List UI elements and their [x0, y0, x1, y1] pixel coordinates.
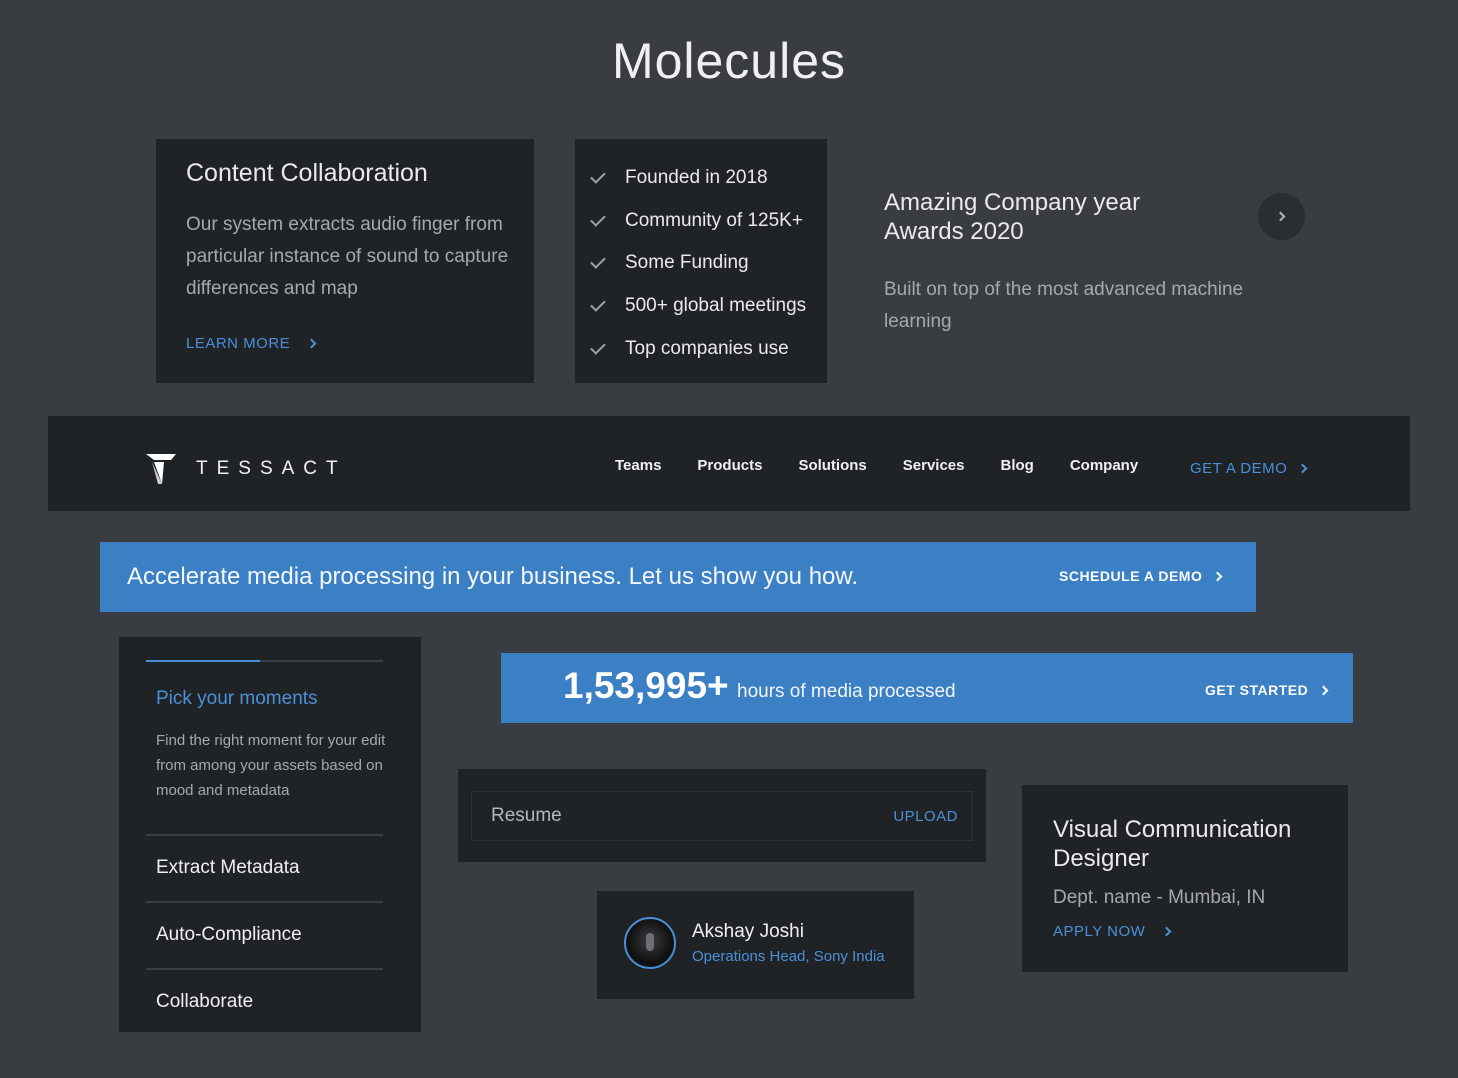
stats-number: 1,53,995+ [563, 665, 729, 706]
card-title: Content Collaboration [186, 159, 428, 187]
tessact-logo-icon [146, 454, 176, 484]
accordion-item-extract-metadata[interactable]: Extract Metadata [156, 857, 300, 879]
profile-role: Operations Head, Sony India [692, 948, 885, 965]
checklist-item: 500+ global meetings [575, 285, 827, 328]
checklist-text: Founded in 2018 [625, 167, 768, 189]
chevron-right-icon [1297, 463, 1308, 474]
progress-bar-fill [146, 660, 260, 662]
nav-item-products[interactable]: Products [697, 457, 762, 474]
checklist-card: Founded in 2018 Community of 125K+ Some … [575, 139, 827, 383]
avatar [624, 917, 676, 969]
nav-item-solutions[interactable]: Solutions [798, 457, 866, 474]
chevron-right-icon [1161, 926, 1172, 937]
checklist-item: Top companies use [575, 327, 827, 370]
nav-item-company[interactable]: Company [1070, 457, 1138, 474]
apply-now-link[interactable]: APPLY NOW [1053, 923, 1172, 940]
chevron-right-icon [1275, 211, 1285, 222]
nav-menu: Teams Products Solutions Services Blog C… [615, 457, 1174, 474]
profile-card: Akshay Joshi Operations Head, Sony India [597, 891, 914, 999]
navbar: TESSACT Teams Products Solutions Service… [48, 416, 1410, 511]
content-collaboration-card: Content Collaboration Our system extract… [156, 139, 534, 383]
divider [146, 968, 383, 970]
page-title: Molecules [611, 33, 847, 89]
get-a-demo-label: GET A DEMO [1190, 460, 1288, 477]
get-started-link[interactable]: GET STARTED [1205, 682, 1329, 698]
profile-name: Akshay Joshi [692, 921, 804, 942]
logo[interactable]: TESSACT [146, 454, 347, 484]
upload-label: Resume [491, 805, 562, 826]
check-icon [590, 253, 606, 270]
award-title: Amazing Company year Awards 2020 [884, 189, 1141, 245]
accordion-item-collaborate[interactable]: Collaborate [156, 991, 253, 1013]
checklist-text: Community of 125K+ [625, 209, 803, 231]
chevron-right-icon [1212, 571, 1223, 581]
job-dept: Dept. name - Mumbai, IN [1053, 887, 1266, 908]
banner-text: Accelerate media processing in your busi… [127, 563, 859, 590]
chevron-right-icon [1318, 685, 1329, 695]
checklist-text: Some Funding [625, 252, 749, 274]
checklist-item: Founded in 2018 [575, 157, 827, 200]
check-icon [590, 296, 606, 312]
checklist-text: 500+ global meetings [625, 295, 807, 317]
learn-more-label: LEARN MORE [186, 335, 291, 352]
upload-button[interactable]: UPLOAD [893, 808, 958, 825]
get-started-label: GET STARTED [1205, 682, 1309, 698]
checklist-item: Community of 125K+ [575, 200, 827, 243]
chevron-right-icon [306, 338, 317, 349]
job-title: Visual Communication Designer [1053, 816, 1292, 872]
check-icon [590, 168, 606, 185]
checklist-text: Top companies use [625, 337, 789, 359]
stats-banner: 1,53,995+ hours of media processed GET S… [501, 653, 1353, 723]
check-icon [590, 338, 606, 355]
divider [146, 834, 383, 836]
stats-text: hours of media processed [737, 681, 956, 702]
schedule-demo-label: SCHEDULE A DEMO [1059, 568, 1203, 584]
check-icon [590, 211, 606, 227]
accordion-item-auto-compliance[interactable]: Auto-Compliance [156, 924, 302, 946]
upload-field[interactable]: Resume UPLOAD [471, 791, 973, 841]
demo-banner: Accelerate media processing in your busi… [100, 542, 1256, 612]
divider [146, 901, 383, 903]
feature-accordion: Pick your moments Find the right moment … [119, 637, 421, 1032]
accordion-active-title[interactable]: Pick your moments [156, 688, 318, 710]
upload-card: Resume UPLOAD [458, 769, 986, 862]
apply-now-label: APPLY NOW [1053, 923, 1146, 940]
get-a-demo-link[interactable]: GET A DEMO [1190, 460, 1308, 477]
nav-item-services[interactable]: Services [903, 457, 965, 474]
logo-wordmark: TESSACT [196, 458, 347, 479]
accordion-active-desc: Find the right moment for your edit from… [156, 732, 386, 799]
award-next-button[interactable] [1258, 193, 1305, 240]
nav-item-blog[interactable]: Blog [1001, 457, 1034, 474]
progress-bar [146, 660, 383, 662]
nav-item-teams[interactable]: Teams [615, 457, 661, 474]
learn-more-link[interactable]: LEARN MORE [186, 335, 317, 352]
checklist-item: Some Funding [575, 242, 827, 285]
award-body: Built on top of the most advanced machin… [884, 279, 1244, 332]
card-body: Our system extracts audio finger from pa… [186, 214, 509, 299]
job-card: Visual Communication Designer Dept. name… [1022, 785, 1348, 972]
schedule-demo-link[interactable]: SCHEDULE A DEMO [1059, 568, 1223, 584]
